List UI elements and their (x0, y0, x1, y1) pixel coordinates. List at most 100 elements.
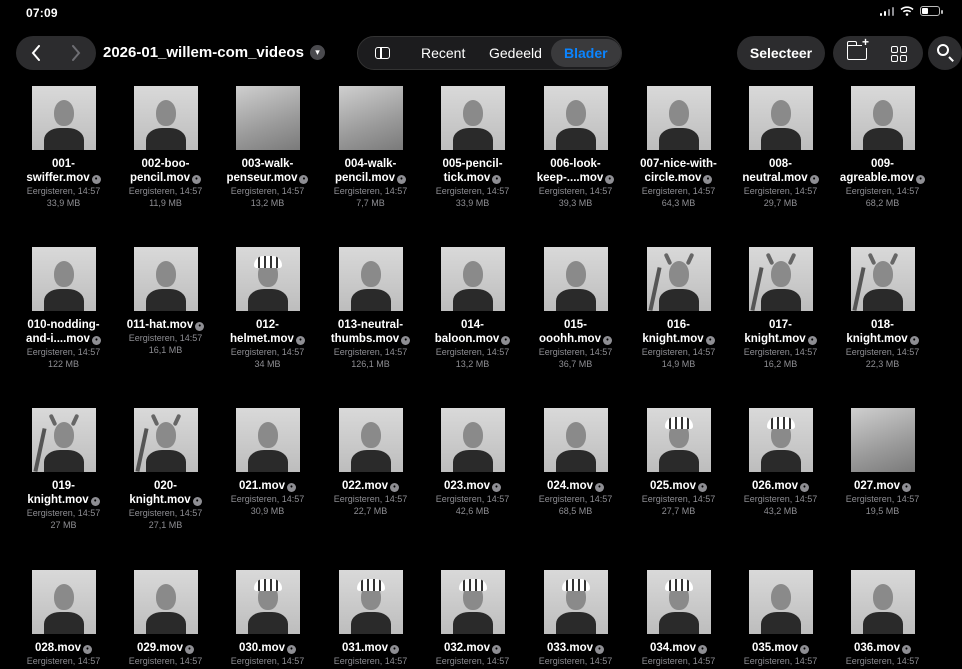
more-options-icon[interactable]: • (698, 483, 708, 492)
file-item[interactable]: 019- knight.mov • Eergisteren, 14:57 27 MB (12, 408, 115, 531)
file-name: 023.mov • (421, 479, 524, 493)
file-item[interactable]: 008- neutral.mov • Eergisteren, 14:57 29,7 M… (729, 86, 832, 209)
video-thumbnail (31, 247, 96, 311)
more-options-icon[interactable]: • (195, 322, 205, 331)
file-item[interactable]: 035.mov • Eergisteren, 14:57 (729, 570, 832, 667)
sidebar-toggle-icon[interactable] (375, 47, 390, 59)
more-options-icon[interactable]: • (91, 175, 101, 184)
file-name-line-2: baloon.mov (434, 333, 500, 345)
file-item[interactable]: 034.mov • Eergisteren, 14:57 (627, 570, 730, 667)
file-item[interactable]: 010-nodding-and-i....mov • Eergisteren, 14… (12, 247, 115, 370)
file-item[interactable]: 015- ooohh.mov • Eergisteren, 14:57 36,7 MB (524, 247, 627, 370)
tab-browse[interactable]: Blader (551, 39, 621, 67)
chevron-right-icon (72, 45, 81, 61)
file-item[interactable]: 001- swiffer.mov • Eergisteren, 14:57 33,9 M… (12, 86, 115, 209)
more-options-icon[interactable]: • (192, 175, 202, 184)
more-options-icon[interactable]: • (90, 497, 100, 506)
more-options-icon[interactable]: • (185, 645, 195, 654)
more-options-icon[interactable]: • (287, 483, 297, 492)
more-options-icon[interactable]: • (800, 645, 810, 654)
file-item[interactable]: 030.mov • Eergisteren, 14:57 (216, 570, 319, 667)
file-item[interactable]: 012- helmet.mov • Eergisteren, 14:57 34 MB (216, 247, 319, 370)
more-options-icon[interactable]: • (602, 336, 612, 345)
file-item[interactable]: 004-walk-pencil.mov • Eergisteren, 14:57 7,… (319, 86, 422, 209)
file-name-line-2: 025.mov (649, 480, 697, 492)
more-options-icon[interactable]: • (595, 645, 605, 654)
more-options-icon[interactable]: • (192, 497, 202, 506)
file-item[interactable]: 023.mov • Eergisteren, 14:57 42,6 MB (421, 408, 524, 517)
more-options-icon[interactable]: • (390, 483, 400, 492)
more-options-icon[interactable]: • (501, 336, 511, 345)
file-item[interactable]: 025.mov • Eergisteren, 14:57 27,7 MB (627, 408, 730, 517)
more-options-icon[interactable]: • (83, 645, 93, 654)
more-options-icon[interactable]: • (605, 175, 615, 184)
more-options-icon[interactable]: • (401, 336, 411, 345)
file-item[interactable]: 009- agreable.mov • Eergisteren, 14:57 68,2 … (831, 86, 934, 209)
file-item[interactable]: 022.mov • Eergisteren, 14:57 22,7 MB (319, 408, 422, 517)
back-button[interactable] (16, 36, 56, 70)
tab-shared[interactable]: Gedeeld (489, 37, 542, 69)
more-options-icon[interactable]: • (705, 336, 715, 345)
more-options-icon[interactable]: • (800, 483, 810, 492)
more-options-icon[interactable]: • (492, 645, 502, 654)
folder-title[interactable]: 2026-01_willem-com_videos ▾ (103, 44, 325, 61)
file-item[interactable]: 005-pencil-tick.mov • Eergisteren, 14:57 33… (421, 86, 524, 209)
more-options-icon[interactable]: • (807, 336, 817, 345)
more-options-icon[interactable]: • (299, 175, 309, 184)
more-options-icon[interactable]: • (390, 645, 400, 654)
more-options-icon[interactable]: • (698, 645, 708, 654)
search-button[interactable] (928, 36, 962, 70)
file-item[interactable]: 032.mov • Eergisteren, 14:57 (421, 570, 524, 667)
file-date: Eergisteren, 14:57 (743, 347, 818, 357)
file-date: Eergisteren, 14:57 (230, 656, 305, 666)
more-options-icon[interactable]: • (492, 483, 502, 492)
select-button[interactable]: Selecteer (737, 36, 825, 70)
file-item[interactable]: 016- knight.mov • Eergisteren, 14:57 14,9 MB (627, 247, 730, 370)
status-icons (879, 6, 943, 16)
file-item[interactable]: 002-boo-pencil.mov • Eergisteren, 14:57 11,… (114, 86, 217, 209)
more-options-icon[interactable]: • (902, 645, 912, 654)
more-options-icon[interactable]: • (287, 645, 297, 654)
file-item[interactable]: 027.mov • Eergisteren, 14:57 19,5 MB (831, 408, 934, 517)
file-item[interactable]: 026.mov • Eergisteren, 14:57 43,2 MB (729, 408, 832, 517)
file-date: Eergisteren, 14:57 (845, 494, 920, 504)
file-item[interactable]: 014- baloon.mov • Eergisteren, 14:57 13,2 MB (421, 247, 524, 370)
forward-button[interactable] (56, 36, 96, 70)
file-name: 019- knight.mov • (12, 479, 115, 507)
file-item[interactable]: 021.mov • Eergisteren, 14:57 30,9 MB (216, 408, 319, 517)
file-item[interactable]: 020- knight.mov • Eergisteren, 14:57 27,1 MB (114, 408, 217, 531)
actions-pill (833, 36, 923, 70)
file-item[interactable]: 031.mov • Eergisteren, 14:57 (319, 570, 422, 667)
file-item[interactable]: 007-nice-with-circle.mov • Eergisteren, 14… (627, 86, 730, 209)
file-item[interactable]: 029.mov • Eergisteren, 14:57 (114, 570, 217, 667)
video-thumbnail (440, 247, 505, 311)
file-item[interactable]: 018- knight.mov • Eergisteren, 14:57 22,3 MB (831, 247, 934, 370)
file-item[interactable]: 003-walk-penseur.mov • Eergisteren, 14:57 1… (216, 86, 319, 209)
more-options-icon[interactable]: • (916, 175, 926, 184)
tab-recent[interactable]: Recent (421, 37, 465, 69)
more-options-icon[interactable]: • (492, 175, 502, 184)
file-item[interactable]: 033.mov • Eergisteren, 14:57 (524, 570, 627, 667)
file-item[interactable]: 017- knight.mov • Eergisteren, 14:57 16,2 MB (729, 247, 832, 370)
file-item[interactable]: 028.mov • Eergisteren, 14:57 (12, 570, 115, 667)
more-options-icon[interactable]: • (397, 175, 407, 184)
file-item[interactable]: 006-look-keep-....mov • Eergisteren, 14:57… (524, 86, 627, 209)
video-thumbnail (748, 247, 813, 311)
file-item[interactable]: 024.mov • Eergisteren, 14:57 68,5 MB (524, 408, 627, 517)
file-name-line-2: 027.mov (853, 480, 901, 492)
file-name-line-2: knight.mov (744, 333, 806, 345)
more-options-icon[interactable]: • (809, 175, 819, 184)
more-options-icon[interactable]: • (91, 336, 101, 345)
more-options-icon[interactable]: • (295, 336, 305, 345)
toolbar: 2026-01_willem-com_videos ▾ Recent Gedee… (0, 36, 962, 72)
new-folder-icon[interactable] (846, 36, 870, 60)
grid-view-icon[interactable] (891, 46, 907, 62)
more-options-icon[interactable]: • (902, 483, 912, 492)
file-item[interactable]: 013-neutral-thumbs.mov • Eergisteren, 14:5… (319, 247, 422, 370)
file-size: 22,7 MB (353, 506, 388, 516)
more-options-icon[interactable]: • (909, 336, 919, 345)
file-item[interactable]: 011-hat.mov • Eergisteren, 14:57 16,1 MB (114, 247, 217, 356)
more-options-icon[interactable]: • (703, 175, 713, 184)
file-item[interactable]: 036.mov • Eergisteren, 14:57 (831, 570, 934, 667)
more-options-icon[interactable]: • (595, 483, 605, 492)
